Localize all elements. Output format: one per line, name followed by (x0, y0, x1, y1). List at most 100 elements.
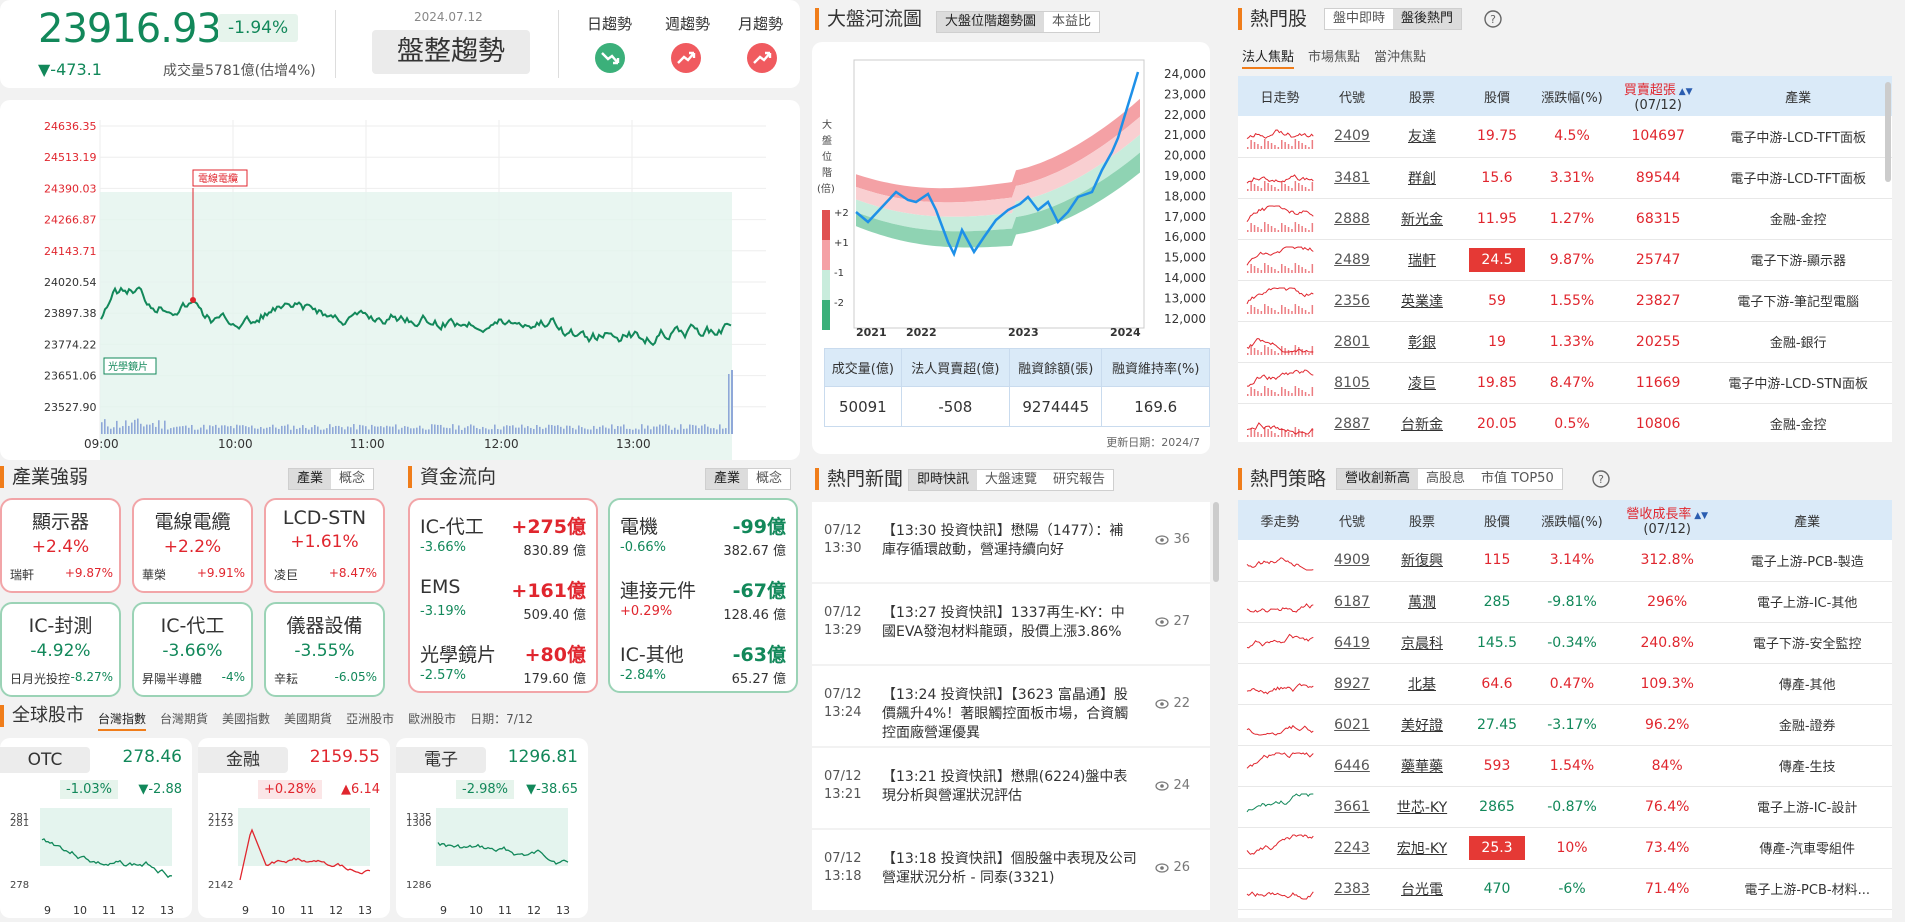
stock-code[interactable]: 2383 (1322, 868, 1382, 910)
help-icon[interactable]: ? (1484, 10, 1502, 28)
stock-code[interactable]: 8927 (1322, 663, 1382, 705)
stock-name[interactable]: 彰銀 (1382, 321, 1462, 363)
stock-name[interactable]: 北基 (1382, 663, 1462, 705)
help-icon[interactable]: ? (1592, 470, 1610, 488)
table-row[interactable]: 8105 凌巨 19.85 8.47% 11669 電子中游-LCD-STN面板 (1238, 362, 1892, 404)
stock-name[interactable]: 台光電 (1382, 868, 1462, 910)
stock-name[interactable]: 藥華藥 (1382, 745, 1462, 787)
stock-code[interactable]: 2243 (1322, 827, 1382, 869)
industry-card[interactable]: 顯示器 +2.4% 瑞軒 +9.87% (0, 498, 121, 593)
stock-name[interactable]: 世芯-KY (1382, 786, 1462, 828)
stock-name[interactable]: 台新金 (1382, 403, 1462, 442)
stock-code[interactable]: 2887 (1322, 403, 1382, 442)
flow-row[interactable]: 連接元件 -67億 +0.29% 128.46 億 (620, 576, 786, 632)
table-header[interactable]: 股價 (1462, 500, 1532, 540)
stock-name[interactable]: 新光金 (1382, 198, 1462, 240)
tab-us-futures[interactable]: 美國期貨 (284, 710, 332, 731)
flow-row[interactable]: 電機 -99億 -0.66% 382.67 億 (620, 512, 786, 568)
table-row[interactable]: 3661 世芯-KY 2865 -0.87% 76.4% 電子上游-IC-設計 (1238, 786, 1892, 828)
table-header[interactable]: 漲跌幅(%) (1532, 500, 1612, 540)
tab-realtime[interactable]: 即時快訊 (909, 470, 978, 490)
stock-code[interactable]: 6446 (1322, 745, 1382, 787)
table-header[interactable]: 代號 (1322, 500, 1382, 540)
news-headline[interactable]: 【13:24 投資快訊】【3623 富晶通】股價飆升4%！著眼觸控面板市場，合資… (882, 686, 1137, 743)
global-index-card[interactable]: 金融 2159.55 +0.28% ▲6.14 2172 2153 2142 9 10 11 12 1… (198, 738, 390, 918)
table-row[interactable]: 2489 瑞軒 24.5 9.87% 25747 電子下游-顯示器 (1238, 239, 1892, 281)
stock-code[interactable]: 6187 (1322, 581, 1382, 623)
table-row[interactable]: 6419 京晨科 145.5 -0.34% 240.8% 電子下游-安全監控 (1238, 622, 1892, 664)
table-row[interactable]: 3481 群創 15.6 3.31% 89544 電子中游-LCD-TFT面板 (1238, 157, 1892, 199)
tab-concept[interactable]: 概念 (331, 469, 373, 489)
table-header[interactable]: 股票 (1382, 76, 1462, 116)
stock-code[interactable]: 2409 (1322, 116, 1382, 158)
news-scrollbar[interactable] (1213, 502, 1219, 582)
tab-high-dividend[interactable]: 高股息 (1418, 469, 1473, 489)
stock-name[interactable]: 瑞軒 (1382, 239, 1462, 281)
news-headline[interactable]: 【13:27 投資快訊】1337再生-KY：中國EVA發泡材料龍頭，股價上漲3.… (882, 604, 1137, 642)
tab-research[interactable]: 研究報告 (1045, 470, 1113, 490)
global-index-card[interactable]: 電子 1296.81 -2.98% ▼-38.65 1335 1306 1286 9 10 11 1… (396, 738, 588, 918)
industry-card[interactable]: 儀器設備 -3.55% 辛耘 -6.05% (264, 602, 385, 697)
stock-code[interactable]: 6419 (1322, 622, 1382, 664)
tab-industry[interactable]: 產業 (706, 469, 749, 489)
tab-market-brief[interactable]: 大盤速覽 (977, 470, 1045, 490)
stock-code[interactable]: 6021 (1322, 704, 1382, 746)
news-item[interactable]: 07/12 13:29 【13:27 投資快訊】1337再生-KY：中國EVA發泡材… (812, 584, 1210, 664)
table-row[interactable]: 2243 宏旭-KY 25.3 10% 73.4% 傳產-汽車零組件 (1238, 827, 1892, 869)
tab-europe[interactable]: 歐洲股市 (408, 710, 456, 731)
stock-code[interactable]: 2356 (1322, 280, 1382, 322)
stock-code[interactable]: 2888 (1322, 198, 1382, 240)
tab-tw-futures[interactable]: 台灣期貨 (160, 710, 208, 731)
trend-up-icon[interactable] (746, 42, 778, 74)
tab-asia[interactable]: 亞洲股市 (346, 710, 394, 731)
hot-scrollbar[interactable] (1885, 82, 1891, 182)
news-headline[interactable]: 【13:21 投資快訊】懋鼎(6224)盤中表現分析與營運狀況評估 (882, 768, 1137, 806)
news-item[interactable]: 07/12 13:30 【13:30 投資快訊】懋陽（1477）：補庫存循環啟動，營… (812, 502, 1210, 582)
table-header-sort[interactable]: 買賣超張 ▲▼ (07/12) (1612, 76, 1705, 116)
stock-code[interactable]: 2489 (1322, 239, 1382, 281)
stock-name[interactable]: 友達 (1382, 116, 1462, 158)
tab-tw-index[interactable]: 台灣指數 (98, 710, 147, 731)
tab-revenue-high[interactable]: 營收創新高 (1337, 469, 1419, 489)
table-row[interactable]: 4909 新復興 115 3.14% 312.8% 電子上游-PCB-製造 (1238, 540, 1892, 582)
table-header[interactable]: 漲跌幅(%) (1532, 76, 1612, 116)
news-item[interactable]: 07/12 13:24 【13:24 投資快訊】【3623 富晶通】股價飆升4%！著… (812, 666, 1210, 746)
stock-code[interactable]: 3481 (1322, 157, 1382, 199)
table-row[interactable]: 6187 萬潤 285 -9.81% 296% 電子上游-IC-其他 (1238, 581, 1892, 623)
flow-row[interactable]: IC-代工 +275億 -3.66% 830.89 億 (420, 512, 586, 568)
table-row[interactable]: 8927 北基 64.6 0.47% 109.3% 傳產-其他 (1238, 663, 1892, 705)
tab-intraday[interactable]: 盤中即時 (1325, 9, 1393, 29)
table-row[interactable]: 2356 英業達 59 1.55% 23827 電子下游-筆記型電腦 (1238, 280, 1892, 322)
trend-up-icon[interactable] (670, 42, 702, 74)
table-header[interactable]: 股價 (1462, 76, 1532, 116)
tab-daytrade[interactable]: 當沖焦點 (1374, 46, 1426, 69)
table-row[interactable]: 2888 新光金 11.95 1.27% 68315 金融-金控 (1238, 198, 1892, 240)
table-header[interactable]: 代號 (1322, 76, 1382, 116)
table-header-sort[interactable]: 營收成長率 ▲▼ (07/12) (1612, 500, 1723, 540)
news-headline[interactable]: 【13:18 投資快訊】個股盤中表現及公司營運狀況分析 - 同泰(3321) (882, 850, 1137, 888)
tab-institutional[interactable]: 法人焦點 (1242, 46, 1295, 69)
industry-card[interactable]: 電線電纜 +2.2% 華榮 +9.91% (132, 498, 253, 593)
tab-after-hours[interactable]: 盤後熱門 (1393, 9, 1462, 29)
industry-card[interactable]: IC-封測 -4.92% 日月光投控 -8.27% (0, 602, 121, 697)
stock-name[interactable]: 京晨科 (1382, 622, 1462, 664)
tab-industry[interactable]: 產業 (289, 469, 332, 489)
table-row[interactable]: 6446 藥華藥 593 1.54% 84% 傳產-生技 (1238, 745, 1892, 787)
table-row[interactable]: 6021 美好證 27.45 -3.17% 96.2% 金融-證券 (1238, 704, 1892, 746)
industry-card[interactable]: LCD-STN +1.61% 凌巨 +8.47% (264, 498, 385, 593)
flow-row[interactable]: 光學鏡片 +80億 -2.57% 179.60 億 (420, 640, 586, 696)
news-item[interactable]: 07/12 13:21 【13:21 投資快訊】懋鼎(6224)盤中表現分析與營運狀… (812, 748, 1210, 828)
flow-row[interactable]: IC-其他 -63億 -2.84% 65.27 億 (620, 640, 786, 696)
industry-card[interactable]: IC-代工 -3.66% 昇陽半導體 -4% (132, 602, 253, 697)
stock-code[interactable]: 2801 (1322, 321, 1382, 363)
news-item[interactable]: 07/12 13:18 【13:18 投資快訊】個股盤中表現及公司營運狀況分析 - … (812, 830, 1210, 910)
stock-name[interactable]: 凌巨 (1382, 362, 1462, 404)
stock-code[interactable]: 3661 (1322, 786, 1382, 828)
table-row[interactable]: 2409 友達 19.75 4.5% 104697 電子中游-LCD-TFT面板 (1238, 116, 1892, 158)
table-row[interactable]: 2801 彰銀 19 1.33% 20255 金融-銀行 (1238, 321, 1892, 363)
stock-name[interactable]: 群創 (1382, 157, 1462, 199)
stock-code[interactable]: 8105 (1322, 362, 1382, 404)
trend-down-icon[interactable] (594, 42, 626, 74)
table-header[interactable]: 股票 (1382, 500, 1462, 540)
stock-name[interactable]: 萬潤 (1382, 581, 1462, 623)
